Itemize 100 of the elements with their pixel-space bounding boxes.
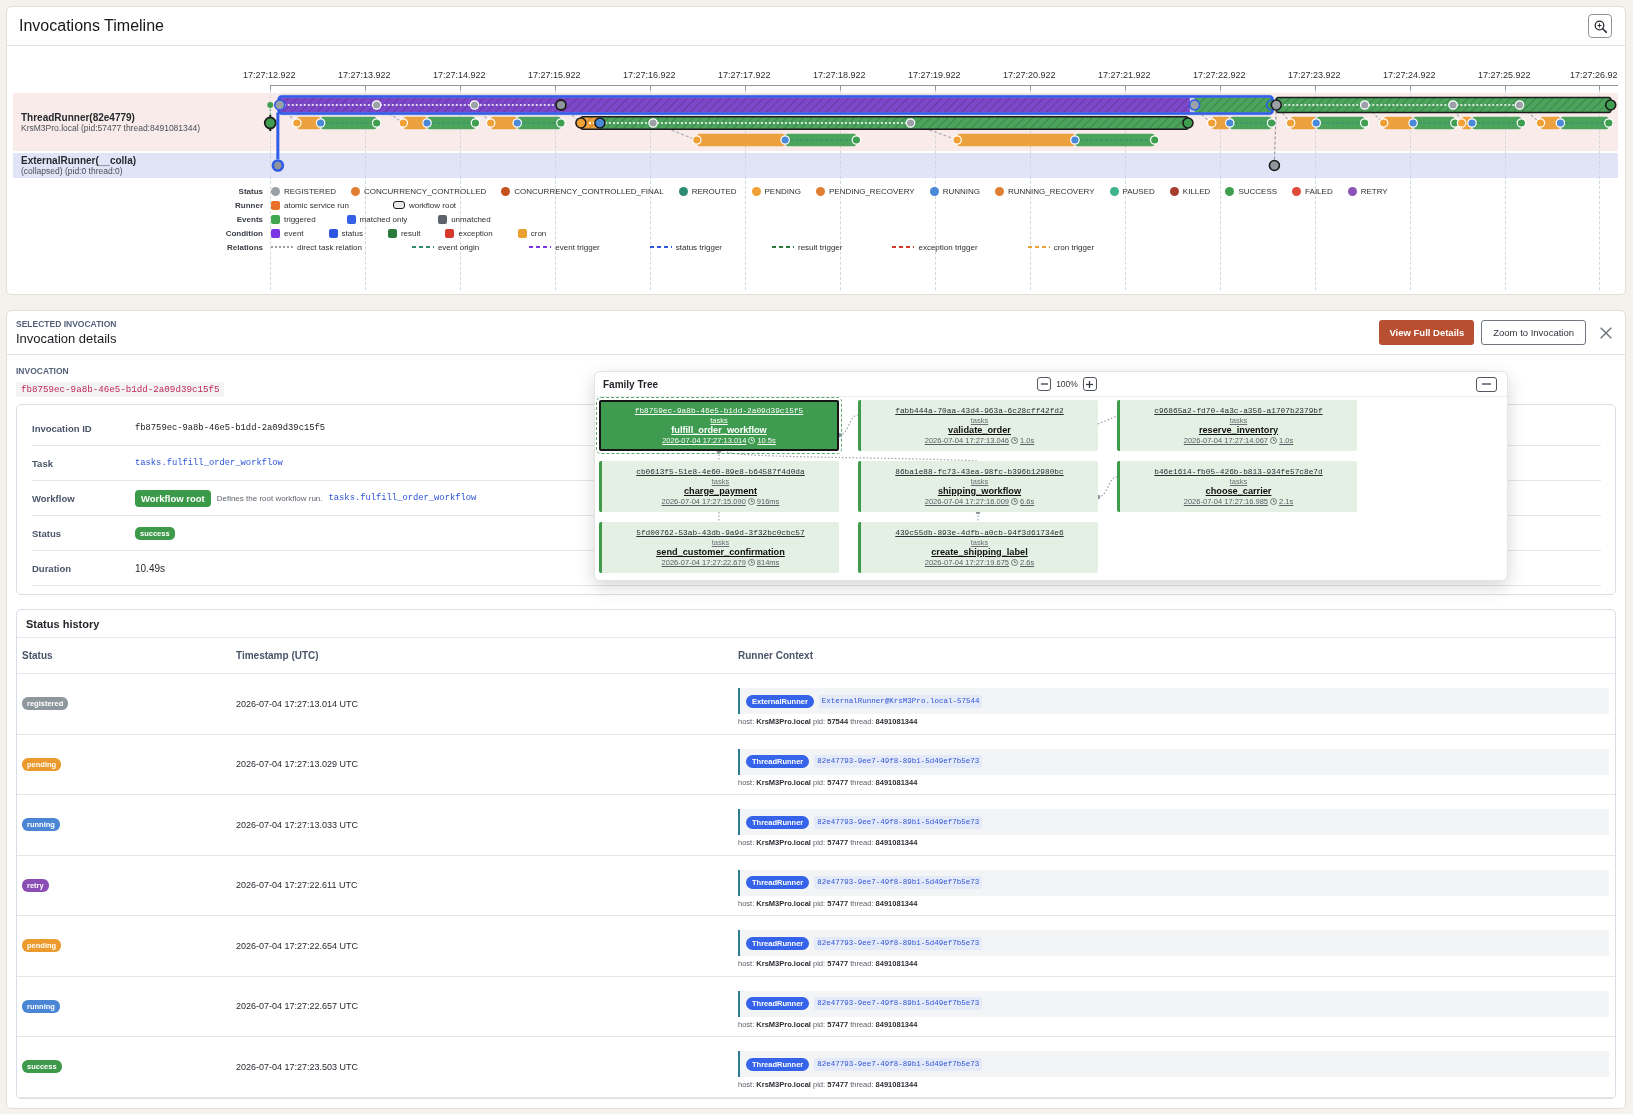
- legend-text: REROUTED: [691, 186, 737, 196]
- time-tick-label: 17:27:19.922: [908, 70, 961, 81]
- legend-text: CONCURRENCY_CONTROLLED_FINAL: [514, 186, 664, 196]
- time-tick-label: 17:27:26.92: [1570, 70, 1618, 81]
- time-tick-label: 17:27:15.922: [528, 70, 581, 81]
- node-name: charge_payment: [684, 485, 757, 497]
- legend-label: Relations: [227, 242, 263, 252]
- timestamp: 2026-07-04 17:27:13.029 UTC: [236, 759, 359, 770]
- legend-text: exception trigger: [918, 242, 978, 252]
- timestamp: 2026-07-04 17:27:23.503 UTC: [236, 1061, 359, 1072]
- clock-icon: [1270, 437, 1278, 444]
- time-tick-label: 17:27:14.922: [433, 70, 486, 81]
- node-name: send_customer_confirmation: [656, 546, 785, 558]
- time-tick-label: 17:27:21.922: [1098, 70, 1151, 81]
- legend-text: direct task relation: [297, 242, 362, 252]
- timestamp: 2026-07-04 17:27:22.611 UTC: [236, 880, 358, 891]
- legend-text: workflow root: [408, 200, 457, 210]
- close-button[interactable]: [1599, 325, 1613, 340]
- zoom-in-icon: [1593, 19, 1607, 33]
- runner-detail: KrsM3Pro.local (pid:57477 thread:8491081344): [21, 122, 201, 133]
- legend-text: result: [400, 228, 421, 238]
- time-tick-label: 17:27:12.922: [243, 70, 296, 81]
- time-tick-label: 17:27:25.922: [1478, 70, 1531, 81]
- field-note: Defines the root workflow run.: [216, 493, 323, 503]
- legend-label: Runner: [235, 200, 263, 210]
- field-label: Task: [32, 457, 53, 469]
- column-header: Status: [22, 650, 53, 661]
- column-header: Runner Context: [738, 650, 813, 661]
- time-tick-label: 17:27:17.922: [718, 70, 771, 81]
- legend-text: cron trigger: [1053, 242, 1095, 252]
- field-label: Invocation ID: [32, 422, 92, 434]
- legend-text: RETRY: [1360, 186, 1388, 196]
- legend-text: CONCURRENCY_CONTROLLED: [364, 186, 487, 196]
- time-tick-label: 17:27:22.922: [1193, 70, 1246, 81]
- legend-text: PAUSED: [1122, 186, 1155, 196]
- time-tick-label: 17:27:18.922: [813, 70, 866, 81]
- field-value: fb8759ec-9a8b-46e5-b1dd-2a09d39c15f5: [135, 423, 326, 433]
- timestamp: 2026-07-04 17:27:22.657 UTC: [236, 1001, 359, 1012]
- legend-text: PENDING_RECOVERY: [828, 186, 915, 196]
- field-value: 10.49s: [135, 562, 166, 574]
- legend-label: Status: [238, 186, 263, 196]
- legend-text: result trigger: [798, 242, 843, 252]
- time-tick-label: 17:27:24.922: [1383, 70, 1436, 81]
- runner-detail: (collapsed) (pid:0 thread:0): [21, 166, 123, 176]
- clock-icon: [747, 559, 755, 566]
- time-tick-label: 17:27:16.922: [623, 70, 676, 81]
- legend-text: KILLED: [1182, 186, 1211, 196]
- clock-icon: [747, 498, 755, 505]
- legend-text: event trigger: [555, 242, 600, 252]
- runner-name: ThreadRunner(82e4779): [21, 111, 135, 123]
- workflow-link[interactable]: tasks.fulfill_order_workflow: [328, 493, 477, 503]
- node-name: fulfill_order_workflow: [671, 424, 767, 436]
- timestamp: 2026-07-04 17:27:22.654 UTC: [236, 940, 359, 951]
- legend-text: event origin: [437, 242, 480, 252]
- legend-text: SUCCESS: [1238, 186, 1278, 196]
- legend-text: RUNNING: [942, 186, 980, 196]
- legend-text: exception: [458, 228, 493, 238]
- clock-icon: [1011, 498, 1019, 505]
- zoom-in-button[interactable]: [1082, 377, 1097, 391]
- legend-text: status trigger: [675, 242, 722, 252]
- collapse-button[interactable]: [1476, 376, 1497, 392]
- legend-text: PENDING: [764, 186, 801, 196]
- legend-text: REGISTERED: [284, 186, 336, 196]
- panel-title: Family Tree: [603, 378, 659, 390]
- section-eyebrow: SELECTED INVOCATION: [16, 318, 117, 330]
- minus-icon: [1482, 383, 1491, 385]
- clock-icon: [1011, 559, 1019, 566]
- legend-label: Condition: [225, 228, 263, 238]
- runner-name: ExternalRunner(__colla): [21, 155, 137, 166]
- minus-icon: [1040, 383, 1048, 385]
- section-title: Status history: [26, 617, 100, 630]
- legend-text: cron: [530, 228, 547, 238]
- time-tick-label: 17:27:23.922: [1288, 70, 1341, 81]
- invocation-id-chip: fb8759ec-9a8b-46e5-b1dd-2a09d39c15f5: [16, 382, 225, 397]
- view-details-button[interactable]: View Full Details: [1379, 320, 1475, 345]
- workflow-root-badge: Workflow root: [135, 489, 211, 507]
- clock-icon: [748, 437, 756, 444]
- zoom-in-button[interactable]: [1588, 14, 1612, 38]
- legend-label: Events: [236, 214, 263, 224]
- tree-connector: [1097, 415, 1118, 425]
- timestamp: 2026-07-04 17:27:13.014 UTC: [236, 698, 359, 709]
- zoom-to-invocation-button[interactable]: Zoom to Invocation: [1481, 320, 1586, 345]
- clock-icon: [1270, 498, 1278, 505]
- time-tick-label: 17:27:20.922: [1003, 70, 1056, 81]
- panel-title: Invocations Timeline: [19, 17, 164, 35]
- legend-text: FAILED: [1305, 186, 1333, 196]
- task-link[interactable]: tasks.fulfill_order_workflow: [135, 458, 283, 468]
- clock-icon: [1011, 437, 1019, 444]
- legend-text: atomic service run: [284, 200, 349, 210]
- time-tick-label: 17:27:13.922: [338, 70, 391, 81]
- panel-title: Invocation details: [16, 330, 117, 347]
- legend-text: matched only: [359, 214, 408, 224]
- field-label: Status: [32, 527, 62, 539]
- section-label: INVOCATION: [16, 365, 69, 377]
- field-label: Workflow: [32, 492, 75, 504]
- column-header: Timestamp (UTC): [236, 650, 319, 661]
- zoom-level: 100%: [1056, 379, 1078, 389]
- zoom-out-button[interactable]: [1037, 377, 1052, 391]
- legend-outline-icon: [392, 201, 405, 209]
- node-name: create_shipping_label: [931, 546, 1028, 558]
